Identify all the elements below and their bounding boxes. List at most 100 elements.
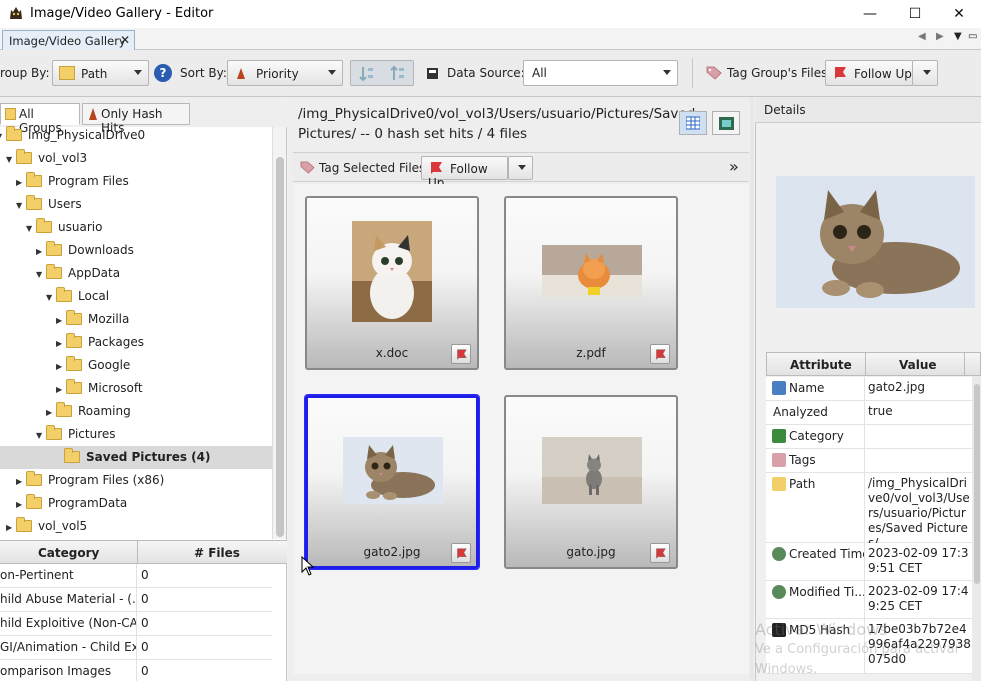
expanded-arrow-icon[interactable]: ▼ [46, 286, 56, 309]
sort-by-dropdown[interactable]: Priority [227, 60, 343, 86]
file-tile[interactable]: x.doc [305, 196, 479, 370]
tab-image-video-gallery[interactable]: Image/Video Gallery ✕ [2, 30, 135, 50]
attribute-value: /img_PhysicalDrive0/vol_vol3/Users/usuar… [868, 476, 970, 550]
tree-node[interactable]: ▶ vol_vol5 [6, 515, 272, 538]
tree-node[interactable]: ▶ Program Files [16, 170, 272, 193]
chevron-down-icon [328, 70, 336, 75]
collapsed-arrow-icon[interactable]: ▶ [16, 171, 26, 194]
collapsed-arrow-icon[interactable]: ▶ [56, 355, 66, 378]
close-window-button[interactable]: ✕ [937, 2, 981, 26]
file-tile[interactable]: gato.jpg [504, 395, 678, 569]
tag-file-button[interactable] [650, 543, 670, 563]
tree-node[interactable]: ▶ ProgramData [16, 492, 272, 515]
collapsed-arrow-icon[interactable]: ▶ [16, 470, 26, 493]
attribute-name-cell: Created Time [766, 543, 865, 580]
collapsed-arrow-icon[interactable]: ▶ [36, 240, 46, 263]
file-tile-selected[interactable]: gato2.jpg [305, 395, 479, 569]
maximize-button[interactable]: ☐ [893, 2, 937, 26]
tag-selected-follow-up-button[interactable]: Follow Up [421, 156, 508, 190]
tree-node[interactable]: ▼img_PhysicalDrive0 [0, 124, 272, 147]
category-row[interactable]: hild Abuse Material - (... 0 [0, 588, 272, 612]
attribute-row[interactable]: Path/img_PhysicalDrive0/vol_vol3/Users/u… [766, 473, 972, 550]
tree-node[interactable]: ▼ vol_vol3 [6, 147, 272, 170]
folder-icon [46, 264, 62, 279]
tree-node[interactable]: ▶ Program Files (x86) [16, 469, 272, 492]
tree-node-label: ProgramData [48, 496, 128, 510]
details-scrollbar[interactable] [972, 376, 981, 681]
tree-node[interactable]: ▼ Pictures [36, 423, 272, 446]
category-column-header[interactable]: Category [38, 546, 99, 560]
category-row[interactable]: omparison Images 0 [0, 660, 272, 681]
expanded-arrow-icon[interactable]: ▼ [6, 148, 16, 171]
attribute-row[interactable]: Name gato2.jpg [766, 377, 972, 401]
restore-window-icon[interactable]: ▭ [968, 31, 977, 42]
tag-file-button[interactable] [451, 344, 471, 364]
more-options-icon[interactable]: » [729, 157, 739, 176]
tree-node[interactable]: ▶ Google [56, 354, 272, 377]
file-icon [772, 381, 786, 395]
tab-prev-icon[interactable]: ◀ [918, 31, 926, 42]
attribute-row[interactable]: Category [766, 425, 972, 449]
collapsed-arrow-icon[interactable]: ▶ [6, 516, 16, 539]
folder-icon [16, 149, 32, 164]
tag-group-dropdown-button[interactable] [912, 60, 938, 86]
category-row[interactable]: on-Pertinent 0 [0, 564, 272, 588]
tree-node[interactable]: ▶ Microsoft [56, 377, 272, 400]
collapsed-arrow-icon[interactable]: ▶ [16, 493, 26, 516]
tree-node[interactable]: ▶ Packages [56, 331, 272, 354]
tab-only-hash-hits[interactable]: Only Hash Hits [82, 103, 190, 135]
expanded-arrow-icon[interactable]: ▼ [16, 194, 26, 217]
slideshow-view-button[interactable] [712, 111, 740, 135]
attribute-row[interactable]: Modified Ti... 2023-02-09 17:49:25 CET [766, 581, 972, 619]
file-tile[interactable]: z.pdf [504, 196, 678, 370]
tab-list-icon[interactable]: ▼ [954, 31, 962, 42]
tree-node[interactable]: ▼ AppData [36, 262, 272, 285]
expanded-arrow-icon[interactable]: ▼ [36, 263, 46, 286]
category-row[interactable]: hild Exploitive (Non-CA... 0 [0, 612, 272, 636]
attributes-table-header: Attribute Value [766, 352, 981, 376]
tag-selected-dropdown-button[interactable] [508, 156, 533, 180]
tree-node[interactable]: Saved Pictures (4) [0, 446, 272, 469]
collapsed-arrow-icon[interactable]: ▶ [56, 332, 66, 355]
attribute-name-cell: Analyzed [766, 401, 865, 424]
scrollbar-thumb[interactable] [276, 157, 284, 537]
scrollbar-thumb[interactable] [974, 384, 980, 584]
tag-group-follow-up-button[interactable]: Follow Up [825, 60, 913, 86]
attribute-row[interactable]: Tags [766, 449, 972, 473]
expanded-arrow-icon[interactable]: ▼ [26, 217, 36, 240]
sort-order-toggle[interactable] [350, 60, 414, 86]
tab-next-icon[interactable]: ▶ [936, 31, 944, 42]
hash-hit-icon [89, 108, 97, 120]
tag-file-button[interactable] [650, 344, 670, 364]
attribute-row[interactable]: Created Time 2023-02-09 17:39:51 CET [766, 543, 972, 581]
tree-node[interactable]: ▶ Downloads [36, 239, 272, 262]
tree-node[interactable]: ▼ Users [16, 193, 272, 216]
category-row[interactable]: GI/Animation - Child Ex... 0 [0, 636, 272, 660]
tree-node[interactable]: ▼ Local [46, 285, 272, 308]
tree-node[interactable]: ▼ usuario [26, 216, 272, 239]
files-column-header[interactable]: # Files [194, 546, 240, 560]
tag-group-value: Follow Up [854, 67, 912, 81]
attribute-row[interactable]: Analyzed true [766, 401, 972, 425]
group-by-dropdown[interactable]: Path [52, 60, 149, 86]
data-source-dropdown[interactable]: All [523, 60, 678, 86]
tree-node[interactable]: ▶ Mozilla [56, 308, 272, 331]
tab-all-groups[interactable]: All Groups [0, 103, 80, 135]
help-icon[interactable]: ? [154, 64, 172, 82]
tree-scrollbar[interactable] [272, 127, 286, 539]
close-tab-icon[interactable]: ✕ [120, 33, 130, 47]
collapsed-arrow-icon[interactable]: ▶ [46, 401, 56, 424]
category-name: on-Pertinent [0, 564, 137, 588]
tree-node[interactable]: ▶ Roaming [46, 400, 272, 423]
expanded-arrow-icon[interactable]: ▼ [36, 424, 46, 447]
attribute-column-header[interactable]: Attribute [790, 358, 852, 372]
tree-node-label: vol_vol5 [38, 519, 88, 533]
tag-file-button[interactable] [451, 543, 471, 563]
collapsed-arrow-icon[interactable]: ▶ [56, 309, 66, 332]
value-column-header[interactable]: Value [899, 358, 937, 372]
folder-icon [56, 287, 72, 302]
minimize-button[interactable]: — [848, 2, 892, 26]
tile-view-button[interactable] [679, 111, 707, 135]
collapsed-arrow-icon[interactable]: ▶ [56, 378, 66, 401]
attribute-name: Analyzed [773, 405, 828, 419]
